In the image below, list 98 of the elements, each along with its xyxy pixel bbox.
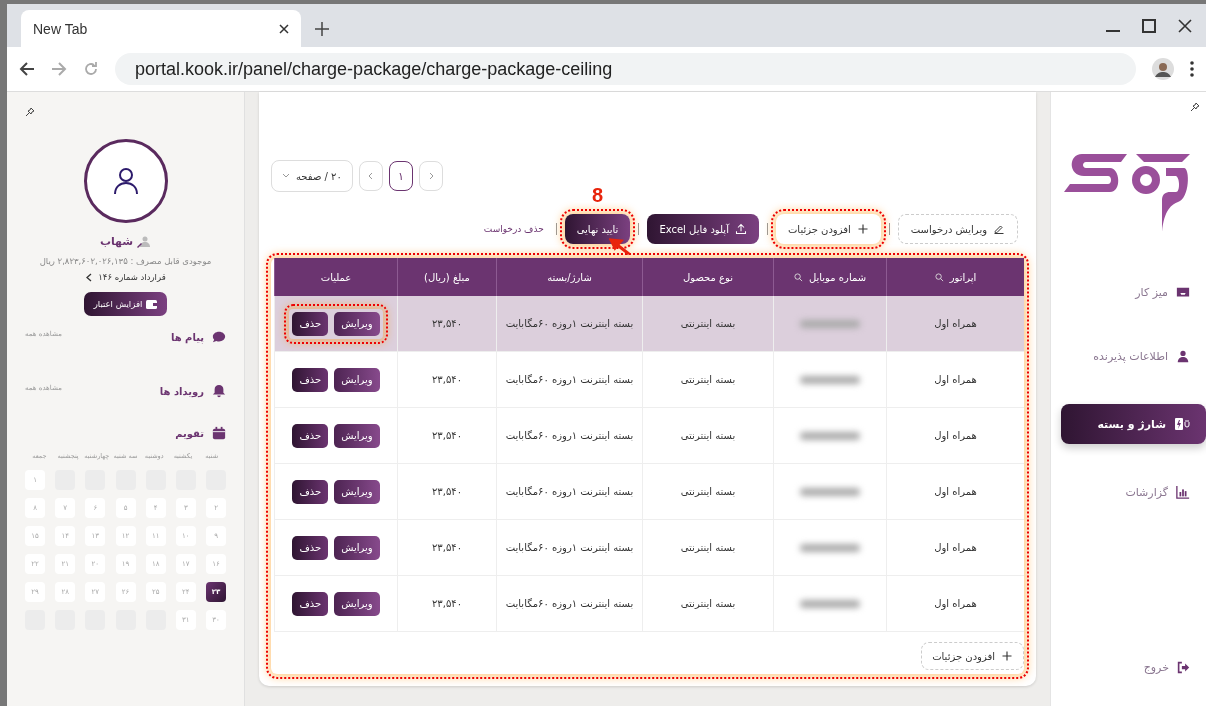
- table-cell: بسته اینترنتی: [642, 408, 773, 464]
- section-title: تقویم: [175, 427, 204, 439]
- logout-item[interactable]: خروج: [1051, 661, 1206, 674]
- column-header[interactable]: مبلغ (ریال): [397, 258, 496, 296]
- page-size-select[interactable]: ۲۰ / صفحه: [271, 160, 353, 192]
- add-details-button[interactable]: افزودن جزئیات: [921, 642, 1024, 670]
- page-button[interactable]: ۱: [388, 161, 413, 191]
- table-cell: بسته اینترنت ۱روزه ۶۰مگابایت: [496, 408, 642, 464]
- inbox-icon: [1176, 285, 1190, 299]
- menu-icon[interactable]: [1190, 61, 1194, 77]
- browser-tab[interactable]: New Tab: [21, 10, 301, 47]
- step-marker: 8: [592, 184, 604, 207]
- column-header[interactable]: نوع محصول: [642, 258, 773, 296]
- balance-text: موجودی قابل مصرف : ۲,۸۲۳,۶۰۲,۰۲۶,۱۳۵ ریال: [39, 256, 212, 266]
- pointer-arrow: [608, 238, 631, 256]
- user-icon: [1176, 349, 1190, 363]
- user-name: شهاب: [99, 235, 134, 248]
- bell-icon: [212, 384, 226, 398]
- toolbar-button[interactable]: آپلود فایل Excel: [647, 214, 759, 244]
- table-cell: بسته اینترنت ۱روزه ۶۰مگابایت: [496, 464, 642, 520]
- sidebar-item[interactable]: گزارشات: [1051, 476, 1206, 508]
- delete-button[interactable]: حذف: [292, 535, 329, 560]
- search-icon[interactable]: [793, 272, 803, 282]
- table-cell: بسته اینترنت ۱روزه ۶۰مگابایت: [496, 576, 642, 632]
- bar-chart-icon: [1176, 485, 1190, 499]
- address-bar[interactable]: portal.kook.ir/panel/charge-package/charge-package-ceiling: [115, 53, 1136, 85]
- table-cell: بسته اینترنتی: [642, 352, 773, 408]
- maximize-icon[interactable]: [1142, 18, 1156, 33]
- chat-icon: [212, 330, 226, 344]
- user-icon: [112, 167, 139, 195]
- search-icon[interactable]: [934, 272, 944, 282]
- delete-button[interactable]: حذف: [292, 311, 329, 336]
- table-cell: بسته اینترنتی: [642, 296, 773, 352]
- blurred-text: [800, 431, 860, 440]
- table-cell: همراه اول: [886, 576, 1024, 632]
- section-title: رویداد ها: [159, 385, 204, 397]
- pin-icon[interactable]: [1190, 102, 1200, 112]
- table-cell: بسته اینترنت ۱روزه ۶۰مگابایت: [496, 296, 642, 352]
- calendar-icon: [212, 426, 226, 440]
- avatar-icon[interactable]: [1152, 58, 1174, 80]
- table-cell: ۲۳,۵۴۰: [397, 520, 496, 576]
- table-cell: بسته اینترنت ۱روزه ۶۰مگابایت: [496, 352, 642, 408]
- table-cell: بسته اینترنتی: [642, 520, 773, 576]
- blurred-text: [800, 375, 860, 384]
- contract-link[interactable]: قرارداد شماره ۱۴۶: [85, 272, 166, 282]
- chevron-down-icon: [282, 172, 290, 180]
- pin-icon[interactable]: [25, 107, 35, 117]
- charging-station-icon: [1174, 416, 1190, 432]
- plus-icon: [1001, 650, 1013, 662]
- delete-button[interactable]: حذف: [292, 367, 329, 392]
- delete-button[interactable]: حذف: [292, 591, 329, 616]
- back-icon[interactable]: [19, 61, 35, 77]
- close-icon[interactable]: [1178, 18, 1192, 33]
- section-title: پیام ها: [170, 331, 204, 343]
- delete-button[interactable]: حذف: [292, 479, 329, 504]
- table-cell: همراه اول: [886, 464, 1024, 520]
- table-cell: ۲۳,۵۴۰: [397, 352, 496, 408]
- column-header[interactable]: عملیات: [274, 258, 397, 296]
- table-cell: بسته اینترنت ۱روزه ۶۰مگابایت: [496, 520, 642, 576]
- user-edit-icon: [137, 235, 152, 248]
- toolbar-button[interactable]: ویرایش درخواست: [897, 214, 1018, 244]
- edit-button[interactable]: ویرایش: [334, 367, 380, 392]
- wallet-icon: [146, 299, 158, 309]
- edit-button[interactable]: ویرایش: [334, 423, 380, 448]
- table-cell: ۲۳,۵۴۰: [397, 464, 496, 520]
- table-cell: بسته اینترنتی: [642, 576, 773, 632]
- column-header[interactable]: شارژ/بسته: [496, 258, 642, 296]
- logout-icon: [1177, 661, 1190, 674]
- blurred-text: [800, 487, 860, 496]
- table-cell: ۲۳,۵۴۰: [397, 296, 496, 352]
- blurred-text: [800, 319, 860, 328]
- new-tab-icon[interactable]: [315, 21, 329, 36]
- increase-credit-button[interactable]: افزایش اعتبار: [83, 292, 168, 316]
- sidebar-item[interactable]: شارژ و بسته: [1061, 404, 1206, 444]
- column-header[interactable]: شماره موبایل: [773, 258, 886, 296]
- table-cell: همراه اول: [886, 520, 1024, 576]
- plus-icon: [856, 223, 869, 235]
- chevron-left-icon: [85, 272, 93, 282]
- upload-icon: [734, 223, 747, 235]
- column-header[interactable]: اپراتور: [886, 258, 1024, 296]
- table-cell: ۲۳,۵۴۰: [397, 408, 496, 464]
- chevron-left-icon: [366, 172, 375, 180]
- delete-button[interactable]: حذف: [292, 423, 329, 448]
- pencil-icon: [993, 223, 1005, 235]
- blurred-text: [800, 543, 860, 552]
- sidebar-item[interactable]: میز کار: [1051, 276, 1206, 308]
- table-cell: همراه اول: [886, 296, 1024, 352]
- sidebar-item[interactable]: اطلاعات پذیرنده: [1051, 340, 1206, 372]
- table-cell: بسته اینترنتی: [642, 464, 773, 520]
- edit-button[interactable]: ویرایش: [334, 311, 380, 336]
- edit-button[interactable]: ویرایش: [334, 535, 380, 560]
- blurred-text: [800, 599, 860, 608]
- close-icon[interactable]: [279, 23, 289, 34]
- edit-button[interactable]: ویرایش: [334, 591, 380, 616]
- table-cell: همراه اول: [886, 352, 1024, 408]
- table-cell: ۲۳,۵۴۰: [397, 576, 496, 632]
- edit-button[interactable]: ویرایش: [334, 479, 380, 504]
- table-cell: همراه اول: [886, 408, 1024, 464]
